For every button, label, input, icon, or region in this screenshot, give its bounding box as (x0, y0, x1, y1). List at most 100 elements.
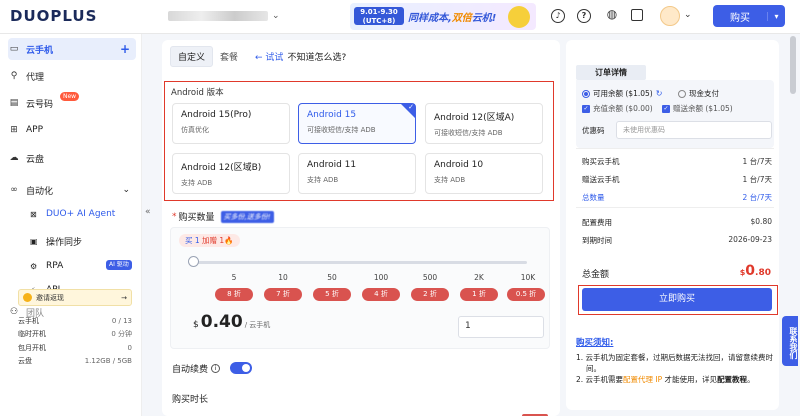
purchase-config-panel: 自定义 套餐 ← 试试 不知道怎么选? Android 版本 Android 1… (162, 40, 560, 416)
promo-tag: 买多份,送多份! (220, 210, 274, 223)
avatar[interactable] (660, 6, 680, 26)
refresh-icon[interactable]: ↻ (656, 89, 663, 98)
version-option-android15[interactable]: ✓ Android 15 可接收短信/支持 ADB (298, 103, 416, 144)
slider-tick: 2K (474, 273, 484, 282)
discount-badge: 0.5 折 (507, 288, 545, 301)
header-buy-button[interactable]: 购买 ▾ (713, 5, 785, 27)
account-switcher[interactable]: ⌄ (168, 9, 286, 23)
sidebar-item-cloud-phone[interactable]: ▭ 云手机 + (8, 38, 136, 60)
sidebar-item-proxy[interactable]: ⚲ 代理 (8, 65, 136, 87)
sidebar-item-app[interactable]: ⊞ APP (8, 119, 136, 141)
duration-label: 购买时长 (172, 395, 209, 405)
buy-one-get-one-tag: 买 1 加赠 1🔥 (179, 234, 240, 247)
promo-mascot-icon (508, 6, 530, 28)
promo-date-badge: 9.01-9.30 (UTC+8) (354, 7, 404, 25)
quantity-slider-track[interactable] (193, 261, 527, 264)
promo-text: 同样成本,双倍云机! (408, 13, 497, 24)
fire-icon: 🔥 (224, 236, 234, 245)
pay-balance-radio[interactable]: 可用余额 ($1.05) ↻ (582, 88, 662, 99)
pay-cash-radio[interactable]: 现金支付 (678, 88, 719, 99)
order-row: 购买云手机 1 台/7天 (582, 157, 772, 166)
auto-renew-toggle[interactable] (230, 362, 252, 374)
quantity-label: * 购买数量 买多份,送多份! (172, 210, 274, 223)
sidebar-subitem-sync[interactable]: ▣ 操作同步 (30, 235, 82, 248)
version-option-android15pro[interactable]: Android 15(Pro) 仿真优化 (172, 103, 290, 144)
discount-badge: 4 折 (362, 288, 400, 301)
sync-icon: ▣ (30, 237, 38, 246)
total-amount: $0.80 (739, 263, 771, 279)
gift-balance-checkbox[interactable]: ✓ 赠送余额 ($1.05) (662, 103, 733, 114)
discount-badge: 5 折 (313, 288, 351, 301)
order-row-total-qty: 总数量 2 台/7天 (582, 193, 772, 202)
top-bar: DUOPLUS ⌄ 9.01-9.30 (UTC+8) 同样成本,双倍云机! ♪ … (0, 0, 800, 34)
slider-tick: 500 (422, 273, 438, 282)
scrollbar[interactable] (790, 36, 796, 94)
stat-row: 云盘 1.12GB / 5GB (18, 357, 132, 366)
usage-stats: 云手机 0 / 13 临时开机 0 分钟 包月开机 0 云盘 1.12GB / 5GB (18, 314, 132, 368)
arrow-right-icon: → (121, 293, 127, 302)
collapse-sidebar-icon[interactable]: « (145, 207, 151, 217)
contact-us-button[interactable]: 联系我们 (782, 316, 798, 366)
android-version-label: Android 版本 (171, 88, 224, 98)
sim-icon: ▤ (9, 98, 19, 108)
slider-tick: 10 (278, 273, 288, 282)
info-icon[interactable]: i (211, 364, 221, 373)
version-option-android11[interactable]: Android 11 支持 ADB (298, 153, 416, 194)
phone-icon: ▭ (9, 44, 19, 54)
try-link[interactable]: ← 试试 (255, 50, 283, 63)
recharge-balance-checkbox[interactable]: ✓ 充值余额 ($0.00) (582, 103, 653, 114)
tab-package[interactable]: 套餐 (213, 47, 245, 66)
blurred-account-name (168, 11, 268, 21)
quantity-slider-handle[interactable] (188, 256, 199, 267)
version-option-android10[interactable]: Android 10 支持 ADB (425, 153, 543, 194)
config-tabs: 自定义 套餐 ← 试试 不知道怎么选? (170, 46, 346, 67)
order-details-title: 订单详情 (576, 65, 646, 80)
stat-row: 临时开机 0 分钟 (18, 330, 132, 339)
sidebar-subitem-ai-agent[interactable]: ⊠ DUO+ AI Agent (30, 209, 115, 219)
infinity-icon: ∞ (10, 185, 18, 195)
duoplus-logo[interactable]: DUOPLUS (10, 7, 97, 25)
quantity-input[interactable]: 1 (458, 316, 544, 338)
sidebar-subitem-rpa[interactable]: ⚙ RPA (30, 261, 63, 271)
ticket-icon[interactable] (631, 9, 643, 21)
rpa-icon: ⚙ (30, 261, 38, 271)
check-icon: ✓ (408, 103, 414, 111)
slider-tick: 50 (327, 273, 337, 282)
help-question: 不知道怎么选? (287, 53, 347, 63)
cloud-icon: ☁ (9, 153, 19, 163)
notification-bell-icon[interactable]: ♪ (551, 9, 565, 23)
new-badge: New (60, 92, 80, 101)
slider-tick: 100 (373, 273, 389, 282)
sidebar-item-automation[interactable]: ∞ 自动化 ⌄ (8, 179, 136, 201)
buy-now-button[interactable]: 立即购买 (582, 288, 772, 311)
discount-badge: 2 折 (411, 288, 449, 301)
add-icon[interactable]: + (120, 42, 130, 56)
discount-badge: 7 折 (264, 288, 302, 301)
divider (576, 207, 774, 208)
sidebar-item-cloud-disk[interactable]: ☁ 云盘 (8, 147, 136, 169)
chevron-down-icon[interactable]: ⌄ (684, 10, 692, 20)
coupon-label: 优惠码 (582, 126, 605, 135)
coupon-input[interactable]: 未使用优惠码 (616, 121, 772, 139)
version-option-android12b[interactable]: Android 12(区域B) 支持 ADB (172, 153, 290, 194)
grid-icon: ⊞ (10, 125, 18, 135)
stat-row: 云手机 0 / 13 (18, 316, 132, 325)
sidebar: ▭ 云手机 + ⚲ 代理 ▤ 云号码 New ⊞ APP ☁ 云盘 ∞ 自动化 ⌄ ⊠ DUO+ … (0, 34, 142, 416)
agent-icon: ⊠ (30, 209, 37, 219)
divider (576, 148, 774, 149)
globe-icon[interactable]: ◍ (605, 8, 619, 23)
chevron-down-icon: ⌄ (122, 185, 130, 195)
slider-tick: 10K (520, 273, 536, 282)
invite-cashback-button[interactable]: 邀请返现 → (18, 289, 132, 306)
unit-price: $0.40/ 云手机 (193, 312, 271, 332)
coin-icon (23, 293, 32, 302)
ai-driven-badge: AI 驱动 (106, 260, 132, 270)
proxy-config-link[interactable]: 配置代理 IP (623, 375, 662, 384)
version-option-android12a[interactable]: Android 12(区域A) 可接收短信/支持 ADB (425, 103, 543, 144)
promo-banner[interactable]: 9.01-9.30 (UTC+8) 同样成本,双倍云机! (350, 3, 536, 30)
chevron-down-icon[interactable]: ▾ (767, 11, 785, 21)
slider-tick: 5 (231, 273, 237, 282)
tab-custom[interactable]: 自定义 (170, 46, 214, 67)
tutorial-link[interactable]: 配置教程 (717, 375, 747, 384)
help-icon[interactable]: ? (577, 9, 591, 23)
